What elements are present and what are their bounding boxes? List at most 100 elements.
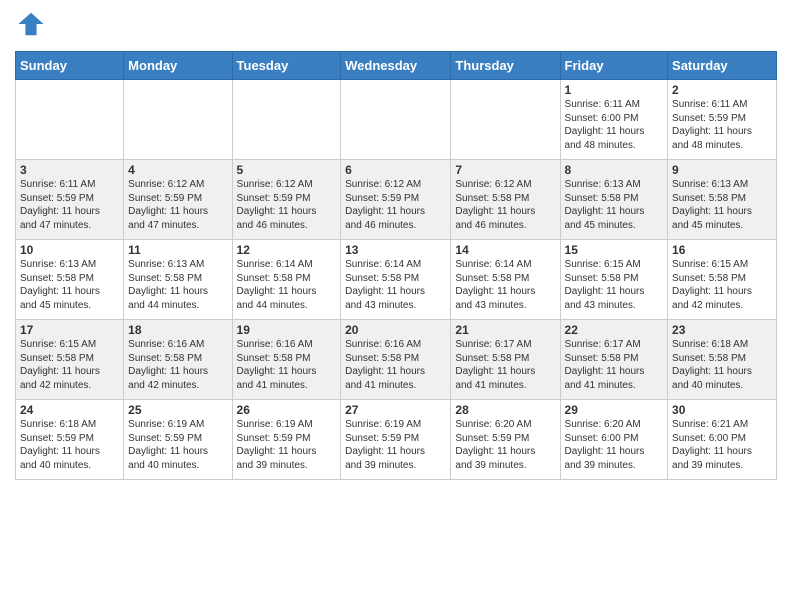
day-info: Sunrise: 6:12 AMSunset: 5:59 PMDaylight:… <box>128 178 227 232</box>
day-info: Sunrise: 6:13 AMSunset: 5:58 PMDaylight:… <box>672 178 772 232</box>
day-info: Sunrise: 6:15 AMSunset: 5:58 PMDaylight:… <box>672 258 772 312</box>
day-cell-8: 8Sunrise: 6:13 AMSunset: 5:58 PMDaylight… <box>560 160 668 240</box>
day-cell-26: 26Sunrise: 6:19 AMSunset: 5:59 PMDayligh… <box>232 400 341 480</box>
day-number: 26 <box>237 403 337 417</box>
day-info: Sunrise: 6:11 AMSunset: 5:59 PMDaylight:… <box>672 98 772 152</box>
empty-cell <box>451 80 560 160</box>
calendar: SundayMondayTuesdayWednesdayThursdayFrid… <box>15 51 777 480</box>
day-info: Sunrise: 6:19 AMSunset: 5:59 PMDaylight:… <box>345 418 446 472</box>
day-number: 21 <box>455 323 555 337</box>
day-cell-13: 13Sunrise: 6:14 AMSunset: 5:58 PMDayligh… <box>341 240 451 320</box>
day-info: Sunrise: 6:14 AMSunset: 5:58 PMDaylight:… <box>455 258 555 312</box>
day-cell-14: 14Sunrise: 6:14 AMSunset: 5:58 PMDayligh… <box>451 240 560 320</box>
day-number: 2 <box>672 83 772 97</box>
day-info: Sunrise: 6:12 AMSunset: 5:59 PMDaylight:… <box>237 178 337 232</box>
day-number: 23 <box>672 323 772 337</box>
day-info: Sunrise: 6:20 AMSunset: 5:59 PMDaylight:… <box>455 418 555 472</box>
day-cell-3: 3Sunrise: 6:11 AMSunset: 5:59 PMDaylight… <box>16 160 124 240</box>
day-cell-22: 22Sunrise: 6:17 AMSunset: 5:58 PMDayligh… <box>560 320 668 400</box>
day-cell-16: 16Sunrise: 6:15 AMSunset: 5:58 PMDayligh… <box>668 240 777 320</box>
day-info: Sunrise: 6:12 AMSunset: 5:59 PMDaylight:… <box>345 178 446 232</box>
weekday-header-saturday: Saturday <box>668 52 777 80</box>
day-cell-12: 12Sunrise: 6:14 AMSunset: 5:58 PMDayligh… <box>232 240 341 320</box>
weekday-header-thursday: Thursday <box>451 52 560 80</box>
day-number: 9 <box>672 163 772 177</box>
day-cell-30: 30Sunrise: 6:21 AMSunset: 6:00 PMDayligh… <box>668 400 777 480</box>
weekday-header-row: SundayMondayTuesdayWednesdayThursdayFrid… <box>16 52 777 80</box>
day-number: 13 <box>345 243 446 257</box>
logo-icon <box>17 10 45 38</box>
day-cell-25: 25Sunrise: 6:19 AMSunset: 5:59 PMDayligh… <box>124 400 232 480</box>
empty-cell <box>124 80 232 160</box>
day-cell-1: 1Sunrise: 6:11 AMSunset: 6:00 PMDaylight… <box>560 80 668 160</box>
day-info: Sunrise: 6:13 AMSunset: 5:58 PMDaylight:… <box>20 258 119 312</box>
weekday-header-sunday: Sunday <box>16 52 124 80</box>
week-row-3: 10Sunrise: 6:13 AMSunset: 5:58 PMDayligh… <box>16 240 777 320</box>
day-cell-15: 15Sunrise: 6:15 AMSunset: 5:58 PMDayligh… <box>560 240 668 320</box>
day-info: Sunrise: 6:16 AMSunset: 5:58 PMDaylight:… <box>237 338 337 392</box>
day-info: Sunrise: 6:20 AMSunset: 6:00 PMDaylight:… <box>565 418 664 472</box>
day-cell-10: 10Sunrise: 6:13 AMSunset: 5:58 PMDayligh… <box>16 240 124 320</box>
day-cell-9: 9Sunrise: 6:13 AMSunset: 5:58 PMDaylight… <box>668 160 777 240</box>
day-number: 1 <box>565 83 664 97</box>
day-cell-5: 5Sunrise: 6:12 AMSunset: 5:59 PMDaylight… <box>232 160 341 240</box>
day-info: Sunrise: 6:11 AMSunset: 6:00 PMDaylight:… <box>565 98 664 152</box>
day-cell-6: 6Sunrise: 6:12 AMSunset: 5:59 PMDaylight… <box>341 160 451 240</box>
empty-cell <box>341 80 451 160</box>
day-cell-27: 27Sunrise: 6:19 AMSunset: 5:59 PMDayligh… <box>341 400 451 480</box>
week-row-2: 3Sunrise: 6:11 AMSunset: 5:59 PMDaylight… <box>16 160 777 240</box>
day-number: 8 <box>565 163 664 177</box>
day-info: Sunrise: 6:15 AMSunset: 5:58 PMDaylight:… <box>565 258 664 312</box>
day-info: Sunrise: 6:11 AMSunset: 5:59 PMDaylight:… <box>20 178 119 232</box>
day-cell-19: 19Sunrise: 6:16 AMSunset: 5:58 PMDayligh… <box>232 320 341 400</box>
day-info: Sunrise: 6:21 AMSunset: 6:00 PMDaylight:… <box>672 418 772 472</box>
day-info: Sunrise: 6:15 AMSunset: 5:58 PMDaylight:… <box>20 338 119 392</box>
day-info: Sunrise: 6:17 AMSunset: 5:58 PMDaylight:… <box>455 338 555 392</box>
day-number: 16 <box>672 243 772 257</box>
weekday-header-tuesday: Tuesday <box>232 52 341 80</box>
week-row-5: 24Sunrise: 6:18 AMSunset: 5:59 PMDayligh… <box>16 400 777 480</box>
day-info: Sunrise: 6:12 AMSunset: 5:58 PMDaylight:… <box>455 178 555 232</box>
day-number: 12 <box>237 243 337 257</box>
day-info: Sunrise: 6:16 AMSunset: 5:58 PMDaylight:… <box>128 338 227 392</box>
week-row-4: 17Sunrise: 6:15 AMSunset: 5:58 PMDayligh… <box>16 320 777 400</box>
day-info: Sunrise: 6:17 AMSunset: 5:58 PMDaylight:… <box>565 338 664 392</box>
page: SundayMondayTuesdayWednesdayThursdayFrid… <box>0 0 792 495</box>
day-cell-28: 28Sunrise: 6:20 AMSunset: 5:59 PMDayligh… <box>451 400 560 480</box>
day-cell-29: 29Sunrise: 6:20 AMSunset: 6:00 PMDayligh… <box>560 400 668 480</box>
day-info: Sunrise: 6:14 AMSunset: 5:58 PMDaylight:… <box>345 258 446 312</box>
day-info: Sunrise: 6:13 AMSunset: 5:58 PMDaylight:… <box>128 258 227 312</box>
weekday-header-monday: Monday <box>124 52 232 80</box>
day-cell-18: 18Sunrise: 6:16 AMSunset: 5:58 PMDayligh… <box>124 320 232 400</box>
week-row-1: 1Sunrise: 6:11 AMSunset: 6:00 PMDaylight… <box>16 80 777 160</box>
day-cell-4: 4Sunrise: 6:12 AMSunset: 5:59 PMDaylight… <box>124 160 232 240</box>
day-cell-24: 24Sunrise: 6:18 AMSunset: 5:59 PMDayligh… <box>16 400 124 480</box>
day-info: Sunrise: 6:19 AMSunset: 5:59 PMDaylight:… <box>128 418 227 472</box>
day-number: 7 <box>455 163 555 177</box>
day-number: 5 <box>237 163 337 177</box>
day-cell-17: 17Sunrise: 6:15 AMSunset: 5:58 PMDayligh… <box>16 320 124 400</box>
day-number: 20 <box>345 323 446 337</box>
day-cell-7: 7Sunrise: 6:12 AMSunset: 5:58 PMDaylight… <box>451 160 560 240</box>
day-info: Sunrise: 6:18 AMSunset: 5:58 PMDaylight:… <box>672 338 772 392</box>
day-info: Sunrise: 6:14 AMSunset: 5:58 PMDaylight:… <box>237 258 337 312</box>
day-cell-20: 20Sunrise: 6:16 AMSunset: 5:58 PMDayligh… <box>341 320 451 400</box>
day-number: 27 <box>345 403 446 417</box>
day-number: 29 <box>565 403 664 417</box>
day-number: 25 <box>128 403 227 417</box>
day-number: 10 <box>20 243 119 257</box>
logo <box>15 10 45 43</box>
day-info: Sunrise: 6:19 AMSunset: 5:59 PMDaylight:… <box>237 418 337 472</box>
day-number: 4 <box>128 163 227 177</box>
day-number: 3 <box>20 163 119 177</box>
day-info: Sunrise: 6:13 AMSunset: 5:58 PMDaylight:… <box>565 178 664 232</box>
day-number: 28 <box>455 403 555 417</box>
day-number: 14 <box>455 243 555 257</box>
day-cell-2: 2Sunrise: 6:11 AMSunset: 5:59 PMDaylight… <box>668 80 777 160</box>
day-number: 17 <box>20 323 119 337</box>
weekday-header-friday: Friday <box>560 52 668 80</box>
empty-cell <box>232 80 341 160</box>
day-number: 30 <box>672 403 772 417</box>
day-info: Sunrise: 6:16 AMSunset: 5:58 PMDaylight:… <box>345 338 446 392</box>
day-cell-11: 11Sunrise: 6:13 AMSunset: 5:58 PMDayligh… <box>124 240 232 320</box>
